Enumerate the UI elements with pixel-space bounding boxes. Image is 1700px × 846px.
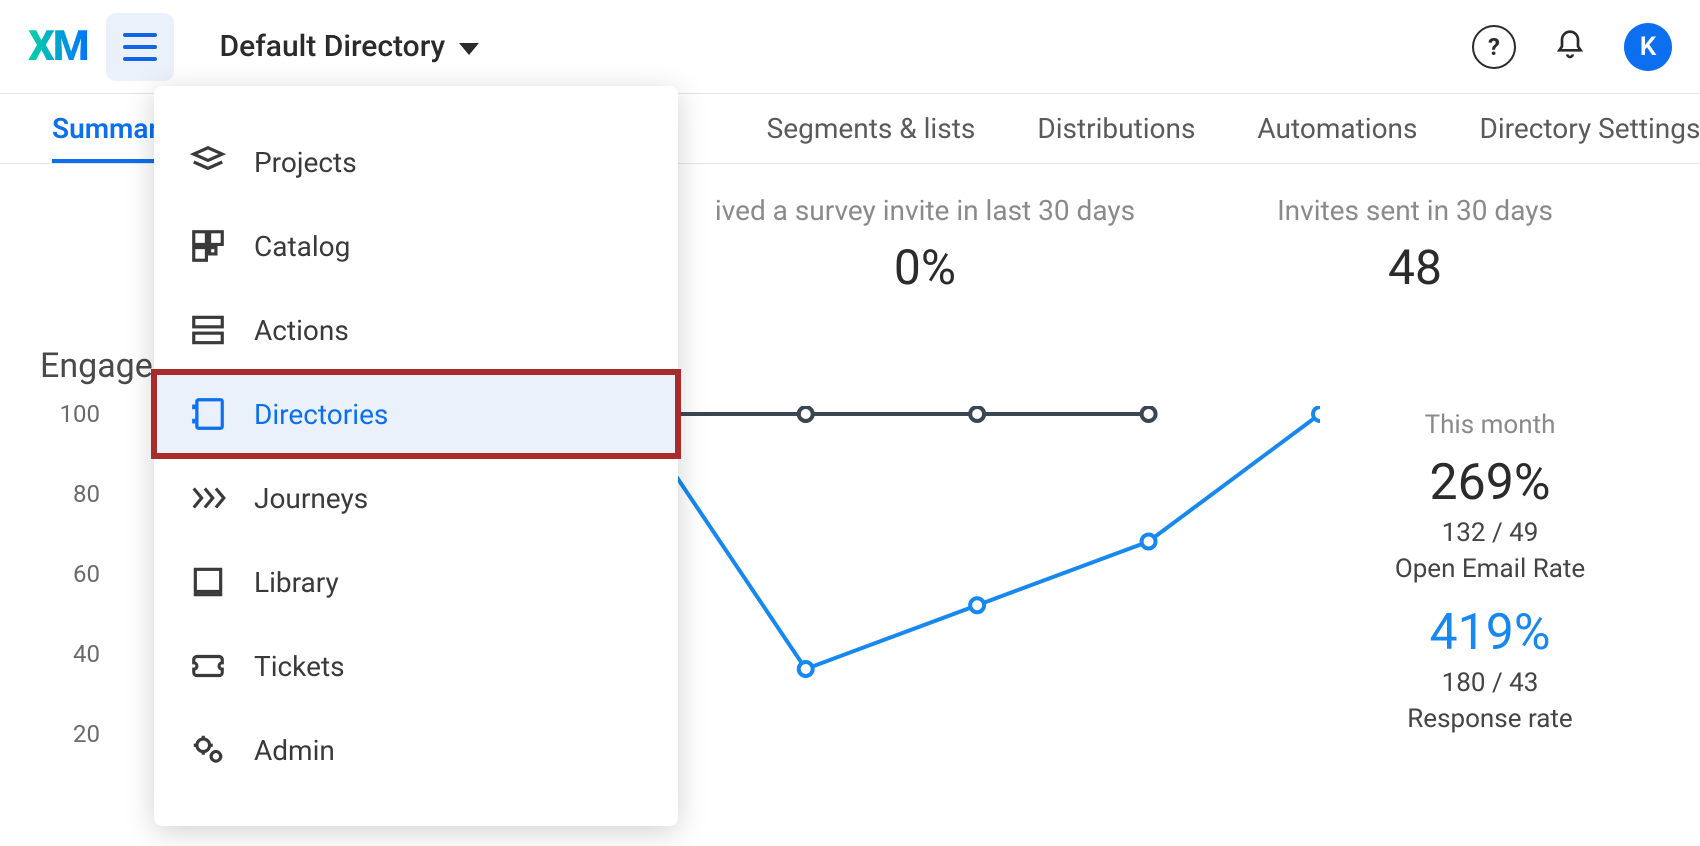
- nav-item-label: Journeys: [254, 482, 368, 515]
- projects-icon: [188, 142, 228, 182]
- hamburger-line-icon: [123, 45, 157, 49]
- notifications-button[interactable]: [1554, 29, 1586, 65]
- hamburger-line-icon: [123, 57, 157, 61]
- nav-item-label: Catalog: [254, 230, 350, 263]
- bell-icon: [1554, 29, 1586, 61]
- app-header: XM Default Directory ? K: [0, 0, 1700, 94]
- y-tick: 40: [40, 640, 100, 668]
- metric-survey-invite-pct: ived a survey invite in last 30 days 0%: [680, 194, 1170, 296]
- tab-directory-settings[interactable]: Directory Settings: [1479, 112, 1700, 163]
- nav-item-tickets[interactable]: Tickets: [154, 624, 678, 708]
- admin-icon: [188, 730, 228, 770]
- y-tick: 60: [40, 560, 100, 588]
- help-button[interactable]: ?: [1472, 25, 1516, 69]
- library-icon: [188, 562, 228, 602]
- directory-selector[interactable]: Default Directory: [220, 29, 480, 64]
- tab-distributions[interactable]: Distributions: [1037, 112, 1195, 163]
- stats-period: This month: [1320, 410, 1660, 440]
- nav-item-catalog[interactable]: Catalog: [154, 204, 678, 288]
- tab-segments-lists[interactable]: Segments & lists: [767, 112, 976, 163]
- nav-item-projects[interactable]: Projects: [154, 120, 678, 204]
- nav-item-label: Directories: [254, 398, 388, 431]
- y-tick: 100: [40, 400, 100, 428]
- hamburger-line-icon: [123, 33, 157, 37]
- avatar-initial: K: [1640, 32, 1656, 62]
- metric-invites-sent: Invites sent in 30 days 48: [1170, 194, 1660, 296]
- nav-item-label: Library: [254, 566, 339, 599]
- metric-value: 48: [1170, 239, 1660, 296]
- main-menu-button[interactable]: [106, 13, 174, 81]
- stats-panel: This month 269% 132 / 49 Open Email Rate…: [1320, 406, 1660, 756]
- nav-item-admin[interactable]: Admin: [154, 708, 678, 792]
- y-tick: 80: [40, 480, 100, 508]
- question-icon: ?: [1488, 33, 1500, 61]
- xm-logo: XM: [28, 22, 88, 71]
- directory-name: Default Directory: [220, 29, 446, 64]
- response-rate-frac: 180 / 43: [1320, 668, 1660, 698]
- metric-value: 0%: [680, 239, 1170, 296]
- chevron-down-icon: [459, 43, 479, 55]
- actions-icon: [188, 310, 228, 350]
- nav-item-label: Tickets: [254, 650, 345, 683]
- directories-icon: [188, 394, 228, 434]
- nav-item-library[interactable]: Library: [154, 540, 678, 624]
- open-email-rate-frac: 132 / 49: [1320, 518, 1660, 548]
- header-right-group: ? K: [1472, 23, 1672, 71]
- response-rate-pct: 419%: [1320, 604, 1660, 662]
- catalog-icon: [188, 226, 228, 266]
- tickets-icon: [188, 646, 228, 686]
- open-email-rate-pct: 269%: [1320, 454, 1660, 512]
- open-email-rate-label: Open Email Rate: [1320, 554, 1660, 584]
- nav-item-actions[interactable]: Actions: [154, 288, 678, 372]
- response-rate-label: Response rate: [1320, 704, 1660, 734]
- nav-item-label: Admin: [254, 734, 335, 767]
- y-tick: 20: [40, 720, 100, 748]
- metric-label: ived a survey invite in last 30 days: [680, 194, 1170, 227]
- nav-item-label: Actions: [254, 314, 349, 347]
- nav-item-directories[interactable]: Directories: [154, 372, 678, 456]
- metric-label: Invites sent in 30 days: [1170, 194, 1660, 227]
- journeys-icon: [188, 478, 228, 518]
- tab-automations[interactable]: Automations: [1257, 112, 1417, 163]
- nav-item-journeys[interactable]: Journeys: [154, 456, 678, 540]
- user-avatar[interactable]: K: [1624, 23, 1672, 71]
- main-nav-dropdown: Projects Catalog Actions Directories Jou…: [154, 86, 678, 826]
- nav-item-label: Projects: [254, 146, 357, 179]
